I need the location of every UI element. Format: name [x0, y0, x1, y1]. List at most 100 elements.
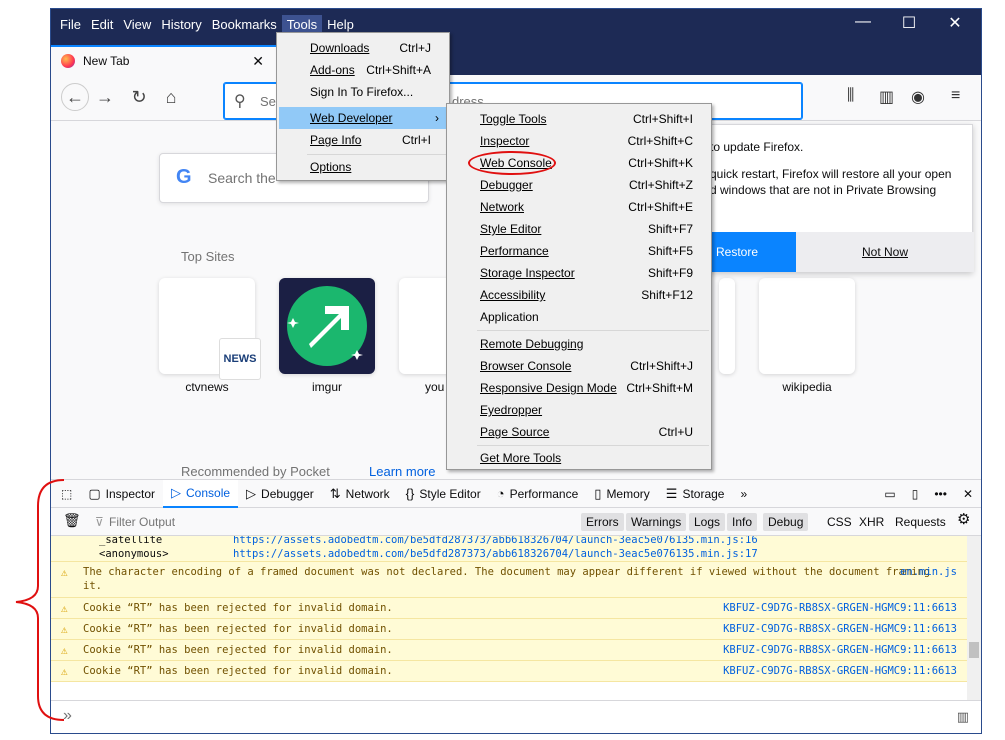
editor-mode-icon[interactable]: ▥	[957, 709, 969, 725]
warning-message-cont: it.	[83, 580, 102, 592]
warning-source-link[interactable]: KBFUZ-C9D7G-RB8SX-GRGEN-HGMC9:11:6613	[723, 623, 957, 635]
menu-item-options[interactable]: Options	[279, 156, 447, 178]
filter-logs-button[interactable]: Logs	[689, 513, 726, 531]
warning-message: Cookie “RT” has been rejected for invali…	[83, 623, 393, 635]
menu-item-web-developer[interactable]: Web Developer ›	[279, 107, 447, 129]
menu-history[interactable]: History	[156, 15, 206, 34]
sidebar-icon[interactable]: ▥	[879, 87, 894, 107]
warning-source-link[interactable]: KBFUZ-C9D7G-RB8SX-GRGEN-HGMC9:11:6613	[723, 665, 957, 677]
menu-item-accessibility[interactable]: Accessibility Shift+F12	[449, 284, 709, 306]
menu-item-browser-console[interactable]: Browser Console Ctrl+Shift+J	[449, 355, 709, 377]
top-site-tile-ctvnews[interactable]: NEWS	[159, 278, 261, 380]
filter-info-button[interactable]: Info	[727, 513, 758, 531]
top-site-tile-wikipedia[interactable]	[759, 278, 855, 374]
menu-item-add-ons[interactable]: Add-ons Ctrl+Shift+A	[279, 59, 447, 81]
top-site-tile-partial[interactable]	[719, 278, 735, 374]
warning-row: ⚠ Cookie “RT” has been rejected for inva…	[51, 598, 967, 619]
stack-src[interactable]: https://assets.adobedtm.com/be5dfd287373…	[233, 548, 758, 560]
menu-item-shortcut: Ctrl+Shift+M	[626, 381, 693, 395]
warning-message: Cookie “RT” has been rejected for invali…	[83, 644, 393, 656]
home-icon[interactable]: ⌂	[159, 87, 183, 108]
warning-row: ⚠ Cookie “RT” has been rejected for inva…	[51, 640, 967, 661]
devtools-tabs: ⬚ ▢ Inspector ▷ Console ▷ Debugger ⇅ Network…	[51, 479, 981, 508]
warning-source-link[interactable]: KBFUZ-C9D7G-RB8SX-GRGEN-HGMC9:11:6613	[723, 602, 957, 614]
console-settings-gear-icon[interactable]: ⚙	[957, 511, 970, 529]
tab-debugger[interactable]: ▷ Debugger	[238, 480, 322, 508]
menu-item-debugger[interactable]: Debugger Ctrl+Shift+Z	[449, 174, 709, 196]
filter-errors-button[interactable]: Errors	[581, 513, 624, 531]
scrollbar-thumb[interactable]	[969, 642, 979, 658]
tab-console[interactable]: ▷ Console	[163, 479, 239, 508]
library-icon[interactable]: ⫼	[847, 87, 854, 105]
tab-inspector[interactable]: ▢ Inspector	[80, 480, 163, 508]
menu-item-network[interactable]: Network Ctrl+Shift+E	[449, 196, 709, 218]
performance-icon: ◔	[496, 486, 505, 501]
filter-output-input[interactable]	[109, 513, 409, 531]
menu-item-page-info[interactable]: Page Info Ctrl+I	[279, 129, 447, 151]
notification-line-3: d windows that are not in Private Browsi…	[710, 183, 937, 197]
menu-item-toggle-tools[interactable]: Toggle Tools Ctrl+Shift+I	[449, 108, 709, 130]
filter-requests-button[interactable]: Requests	[895, 513, 946, 531]
stack-src[interactable]: https://assets.adobedtm.com/be5dfd287373…	[233, 536, 758, 546]
dock-icon[interactable]: ▯	[904, 480, 927, 508]
top-site-tile-imgur[interactable]	[279, 278, 375, 374]
tab-storage[interactable]: ☰ Storage	[658, 480, 733, 508]
tab-network[interactable]: ⇅ Network	[322, 480, 398, 508]
learn-more-link[interactable]: Learn more	[369, 464, 435, 479]
console-input[interactable]: » ▥	[51, 700, 981, 733]
tab-performance[interactable]: ◔ Performance	[489, 480, 587, 508]
menu-item-downloads[interactable]: Downloads Ctrl+J	[279, 37, 447, 59]
menu-item-page-source[interactable]: Page Source Ctrl+U	[449, 421, 709, 443]
filter-xhr-button[interactable]: XHR	[859, 513, 884, 531]
reload-icon[interactable]: ↻	[127, 87, 151, 108]
tab-style-editor[interactable]: {} Style Editor	[398, 480, 489, 508]
close-tab-icon[interactable]: ✕	[252, 53, 264, 70]
menu-item-inspector[interactable]: Inspector Ctrl+Shift+C	[449, 130, 709, 152]
menu-item-responsive-design-mode[interactable]: Responsive Design Mode Ctrl+Shift+M	[449, 377, 709, 399]
menu-item-remote-debugging[interactable]: Remote Debugging	[449, 333, 709, 355]
menu-item-shortcut: Ctrl+Shift+E	[628, 200, 693, 214]
menu-item-sign-in[interactable]: Sign In To Firefox...	[279, 81, 447, 103]
more-tabs-icon[interactable]: »	[732, 480, 755, 508]
menu-item-label: Accessibility	[480, 288, 546, 302]
tab-new-tab[interactable]: New Tab ✕	[51, 45, 276, 75]
split-console-icon[interactable]: ▭	[876, 480, 903, 508]
menu-item-performance[interactable]: Performance Shift+F5	[449, 240, 709, 262]
menu-bookmarks[interactable]: Bookmarks	[207, 15, 282, 34]
close-window-button[interactable]: ✕	[933, 13, 977, 33]
menu-item-shortcut: Ctrl+Shift+I	[632, 112, 693, 126]
menu-item-label: Performance	[480, 244, 549, 258]
tab-memory[interactable]: ▯ Memory	[586, 480, 658, 508]
forward-arrow-icon[interactable]: →	[93, 87, 117, 108]
not-now-button[interactable]: Not Now	[796, 232, 974, 272]
menu-item-label: Browser Console	[480, 359, 572, 373]
menu-file[interactable]: File	[55, 15, 86, 34]
menu-edit[interactable]: Edit	[86, 15, 118, 34]
warning-source-link[interactable]: en.min.js	[900, 566, 957, 578]
console-scrollbar[interactable]	[967, 536, 981, 700]
maximize-button[interactable]: ☐	[887, 13, 931, 33]
menu-view[interactable]: View	[118, 15, 156, 34]
menu-item-shortcut: Ctrl+U	[658, 425, 693, 439]
filter-warnings-button[interactable]: Warnings	[626, 513, 687, 531]
menu-item-label: Debugger	[480, 178, 533, 192]
tab-label: Memory	[606, 486, 650, 501]
minimize-button[interactable]: —	[841, 13, 885, 31]
filter-css-button[interactable]: CSS	[827, 513, 852, 531]
menu-separator	[477, 445, 709, 446]
filter-debug-button[interactable]: Debug	[763, 513, 809, 531]
close-devtools-icon[interactable]: ✕	[955, 480, 981, 508]
menu-item-label: Inspector	[480, 134, 530, 148]
account-icon[interactable]: ◉	[911, 87, 925, 107]
stack-fn: _satellite	[99, 536, 163, 546]
hamburger-menu-icon[interactable]: ≡	[951, 87, 960, 105]
menu-item-storage-inspector[interactable]: Storage Inspector Shift+F9	[449, 262, 709, 284]
menu-item-get-more-tools[interactable]: Get More Tools	[449, 447, 709, 469]
back-arrow-icon[interactable]: ←	[61, 83, 89, 111]
menu-item-application[interactable]: Application	[449, 306, 709, 328]
menu-item-style-editor[interactable]: Style Editor Shift+F7	[449, 218, 709, 240]
more-options-icon[interactable]: •••	[926, 480, 955, 508]
tab-label: Console	[186, 485, 231, 500]
menu-item-eyedropper[interactable]: Eyedropper	[449, 399, 709, 421]
warning-source-link[interactable]: KBFUZ-C9D7G-RB8SX-GRGEN-HGMC9:11:6613	[723, 644, 957, 656]
